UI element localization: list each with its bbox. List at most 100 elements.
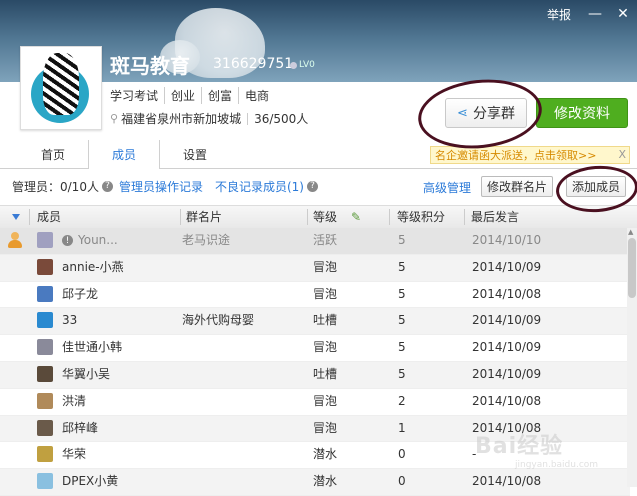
member-last-speak: 2014/10/08 bbox=[472, 286, 542, 301]
add-member-button[interactable]: 添加成员 bbox=[566, 176, 626, 197]
member-level: 冒泡 bbox=[313, 259, 338, 274]
tab-home[interactable]: 首页 bbox=[18, 140, 88, 168]
member-last-speak: 2014/10/10 bbox=[472, 233, 542, 247]
watermark-url: jingyan.baidu.com bbox=[515, 460, 599, 470]
table-row[interactable]: 华翼小吴 吐槽 5 2014/10/09 bbox=[0, 361, 630, 389]
advanced-management-link[interactable]: 高级管理 bbox=[423, 179, 471, 196]
minimize-icon[interactable]: — bbox=[581, 0, 609, 28]
member-avatar[interactable] bbox=[37, 419, 53, 436]
help-icon[interactable]: ? bbox=[101, 180, 113, 192]
member-table-header: 成员 群名片 等级 ✎ 等级积分 最后发言 bbox=[0, 205, 637, 229]
member-avatar[interactable] bbox=[37, 258, 53, 275]
scrollbar[interactable]: ▲ bbox=[627, 228, 637, 487]
info-icon[interactable]: ! bbox=[62, 235, 73, 246]
table-row[interactable]: 洪清 冒泡 2 2014/10/08 bbox=[0, 389, 630, 416]
level-icon bbox=[290, 61, 297, 69]
group-location: ⚲ 福建省泉州市新加坡城 36/500人 bbox=[110, 110, 308, 127]
scroll-up-icon[interactable]: ▲ bbox=[628, 228, 633, 236]
member-points: 2 bbox=[398, 393, 406, 408]
bad-record-link[interactable]: 不良记录成员(1) bbox=[215, 178, 304, 195]
group-id: 316629751 bbox=[213, 56, 294, 72]
admin-log-link[interactable]: 管理员操作记录 bbox=[119, 178, 203, 195]
table-row[interactable]: 邱子龙 冒泡 5 2014/10/08 bbox=[0, 282, 630, 309]
admin-count: 管理员：0/10人 bbox=[12, 179, 99, 194]
promo-banner[interactable]: 名企邀请函大派送，点击领取>> X bbox=[430, 146, 630, 164]
member-name[interactable]: 洪清 bbox=[62, 389, 86, 415]
column-header-level[interactable]: 等级 bbox=[313, 206, 337, 228]
share-icon: ⋖ bbox=[457, 105, 468, 121]
member-avatar[interactable] bbox=[37, 232, 53, 248]
member-avatar[interactable] bbox=[37, 312, 53, 329]
location-text: 福建省泉州市新加坡城 bbox=[121, 112, 242, 126]
member-points: 0 bbox=[398, 447, 406, 462]
member-points: 5 bbox=[398, 366, 406, 381]
group-owner-icon bbox=[8, 232, 22, 248]
member-name[interactable]: annie-小燕 bbox=[62, 255, 124, 281]
zebra-logo-icon bbox=[43, 53, 79, 115]
member-name[interactable]: Youn... bbox=[78, 228, 118, 254]
sort-arrow-icon[interactable] bbox=[12, 214, 20, 220]
member-level: 冒泡 bbox=[313, 340, 338, 355]
column-divider bbox=[180, 209, 181, 225]
close-icon[interactable]: ✕ bbox=[609, 0, 637, 28]
member-card: 老马识途 bbox=[182, 233, 231, 247]
help-icon[interactable]: ? bbox=[306, 180, 318, 192]
group-name: 斑马教育 bbox=[110, 54, 190, 78]
member-name[interactable]: 华荣 bbox=[62, 442, 86, 468]
column-header-card[interactable]: 群名片 bbox=[186, 206, 222, 228]
window-controls: 举报 — ✕ bbox=[547, 0, 637, 28]
member-level: 冒泡 bbox=[313, 420, 338, 435]
tag[interactable]: 学习考试 bbox=[110, 87, 164, 104]
member-level: 冒泡 bbox=[313, 393, 338, 408]
member-avatar[interactable] bbox=[37, 285, 53, 302]
member-points: 1 bbox=[398, 420, 406, 435]
member-name[interactable]: 华翼小吴 bbox=[62, 362, 110, 388]
group-avatar[interactable] bbox=[20, 46, 102, 130]
table-row[interactable]: DPEX小黄 潜水 0 2014/10/08 bbox=[0, 469, 630, 496]
member-points: 5 bbox=[398, 233, 406, 247]
member-points: 5 bbox=[398, 259, 406, 274]
promo-text: 名企邀请函大派送，点击领取>> bbox=[435, 149, 597, 162]
member-last-speak: 2014/10/08 bbox=[472, 393, 542, 408]
member-level: 吐槽 bbox=[313, 366, 338, 381]
member-points: 5 bbox=[398, 286, 406, 301]
tab-members[interactable]: 成员 bbox=[88, 140, 160, 169]
tag[interactable]: 创业 bbox=[164, 87, 201, 104]
edit-level-icon[interactable]: ✎ bbox=[351, 206, 361, 228]
group-tags: 学习考试 创业 创富 电商 bbox=[110, 87, 275, 104]
column-divider bbox=[29, 209, 30, 225]
member-name[interactable]: 佳世通小韩 bbox=[62, 335, 122, 361]
column-header-last-speak[interactable]: 最后发言 bbox=[471, 206, 519, 228]
member-name[interactable]: 邱梓峰 bbox=[62, 416, 98, 442]
report-link[interactable]: 举报 bbox=[547, 6, 571, 23]
edit-profile-button[interactable]: 修改资料 bbox=[536, 98, 628, 128]
column-divider bbox=[464, 209, 465, 225]
share-group-button[interactable]: ⋖ 分享群 bbox=[445, 98, 527, 128]
table-row[interactable]: annie-小燕 冒泡 5 2014/10/09 bbox=[0, 254, 630, 282]
member-avatar[interactable] bbox=[37, 365, 53, 382]
member-avatar[interactable] bbox=[37, 446, 53, 463]
table-row[interactable]: ! Youn... 老马识途 活跃 5 2014/10/10 bbox=[0, 228, 630, 255]
member-points: 5 bbox=[398, 313, 406, 328]
scroll-thumb[interactable] bbox=[628, 238, 636, 298]
tag[interactable]: 电商 bbox=[238, 87, 275, 104]
table-row[interactable]: 33 海外代购母婴 吐槽 5 2014/10/09 bbox=[0, 308, 630, 336]
tag[interactable]: 创富 bbox=[201, 87, 238, 104]
member-name[interactable]: 33 bbox=[62, 308, 77, 334]
member-level: 冒泡 bbox=[313, 286, 338, 301]
share-label: 分享群 bbox=[472, 106, 515, 122]
edit-group-card-button[interactable]: 修改群名片 bbox=[481, 176, 553, 197]
table-row[interactable]: 佳世通小韩 冒泡 5 2014/10/09 bbox=[0, 335, 630, 362]
baidu-watermark: Bai经验 jingyan.baidu.com bbox=[475, 428, 598, 470]
member-avatar[interactable] bbox=[37, 339, 53, 356]
column-header-points[interactable]: 等级积分 bbox=[397, 206, 445, 228]
column-header-member[interactable]: 成员 bbox=[37, 206, 61, 228]
location-pin-icon: ⚲ bbox=[110, 112, 119, 125]
promo-close-icon[interactable]: X bbox=[618, 148, 626, 161]
member-name[interactable]: 邱子龙 bbox=[62, 282, 98, 308]
member-name[interactable]: DPEX小黄 bbox=[62, 469, 118, 495]
level-text: LV0 bbox=[299, 60, 315, 70]
member-last-speak: 2014/10/09 bbox=[472, 313, 542, 328]
tab-settings[interactable]: 设置 bbox=[160, 140, 230, 168]
member-avatar[interactable] bbox=[37, 392, 53, 409]
